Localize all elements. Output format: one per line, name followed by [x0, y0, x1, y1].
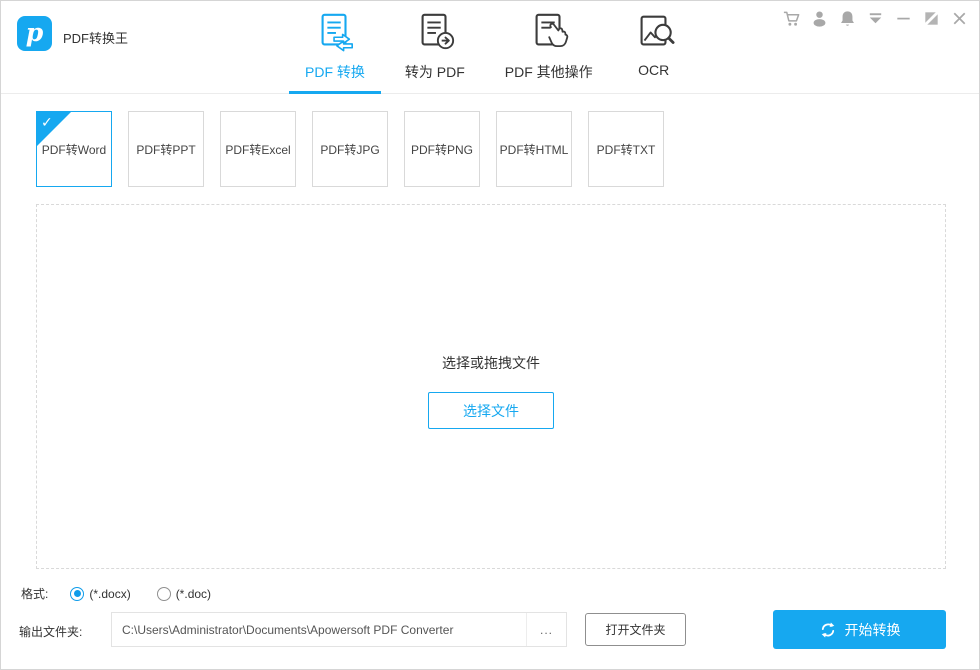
tab-pdf-other[interactable]: PDF 其他操作 [489, 1, 609, 94]
card-label: PDF转TXT [597, 141, 656, 158]
card-pdf-to-html[interactable]: PDF转HTML [496, 111, 572, 187]
convert-refresh-icon [819, 621, 837, 639]
tab-pdf-convert[interactable]: PDF 转换 [289, 1, 381, 94]
open-folder-button[interactable]: 打开文件夹 [585, 613, 686, 646]
output-path-input[interactable] [112, 613, 526, 646]
file-dropzone[interactable]: 选择或拖拽文件 选择文件 [36, 204, 946, 569]
to-pdf-icon [414, 11, 456, 55]
card-label: PDF转JPG [320, 141, 379, 158]
maximize-icon[interactable] [922, 9, 941, 28]
output-folder-label: 输出文件夹: [19, 623, 82, 640]
minimize-icon[interactable] [894, 9, 913, 28]
card-pdf-to-jpg[interactable]: PDF转JPG [312, 111, 388, 187]
app-logo-icon: p [17, 16, 52, 51]
cart-icon[interactable] [782, 9, 801, 28]
header: p PDF转换王 PDF 转换 [1, 1, 979, 94]
card-pdf-to-ppt[interactable]: PDF转PPT [128, 111, 204, 187]
radio-doc-label: (*.doc) [176, 587, 211, 601]
close-icon[interactable] [950, 9, 969, 28]
browse-button[interactable]: ... [526, 613, 566, 646]
card-pdf-to-word[interactable]: ✓ PDF转Word [36, 111, 112, 187]
start-convert-button[interactable]: 开始转换 [773, 610, 946, 649]
dropzone-hint: 选择或拖拽文件 [37, 353, 945, 373]
radio-doc[interactable]: (*.doc) [157, 587, 211, 601]
app-window: p PDF转换王 PDF 转换 [0, 0, 980, 670]
card-pdf-to-png[interactable]: PDF转PNG [404, 111, 480, 187]
card-label: PDF转HTML [500, 141, 569, 158]
tab-pdf-convert-label: PDF 转换 [305, 62, 365, 82]
tab-ocr[interactable]: OCR [617, 1, 691, 94]
format-card-row: ✓ PDF转Word PDF转PPT PDF转Excel PDF转JPG PDF… [36, 111, 664, 187]
check-icon: ✓ [41, 114, 53, 131]
radio-docx-circle[interactable] [70, 587, 84, 601]
format-label: 格式: [21, 585, 48, 602]
start-convert-label: 开始转换 [845, 620, 901, 640]
radio-doc-circle[interactable] [157, 587, 171, 601]
tab-to-pdf[interactable]: 转为 PDF [389, 1, 481, 94]
card-pdf-to-excel[interactable]: PDF转Excel [220, 111, 296, 187]
format-options-row: 格式: (*.docx) (*.doc) [21, 585, 237, 602]
ocr-icon [633, 11, 675, 55]
pdf-other-ops-icon [528, 11, 570, 55]
notifications-bell-icon[interactable] [838, 9, 857, 28]
radio-docx-label: (*.docx) [89, 587, 130, 601]
select-file-button[interactable]: 选择文件 [428, 392, 554, 429]
card-label: PDF转Excel [225, 141, 290, 158]
tab-pdf-other-label: PDF 其他操作 [505, 62, 593, 82]
output-path-box: ... [111, 612, 567, 647]
main-nav: PDF 转换 转为 PDF [289, 1, 691, 94]
app-title: PDF转换王 [63, 28, 128, 47]
radio-docx[interactable]: (*.docx) [70, 587, 130, 601]
card-pdf-to-txt[interactable]: PDF转TXT [588, 111, 664, 187]
tab-ocr-label: OCR [638, 62, 669, 78]
pdf-convert-icon [314, 11, 356, 55]
menu-caret-icon[interactable] [866, 9, 885, 28]
card-label: PDF转PNG [411, 141, 473, 158]
header-icons [782, 9, 969, 28]
account-icon[interactable] [810, 9, 829, 28]
tab-to-pdf-label: 转为 PDF [405, 62, 465, 82]
card-label: PDF转PPT [136, 141, 195, 158]
